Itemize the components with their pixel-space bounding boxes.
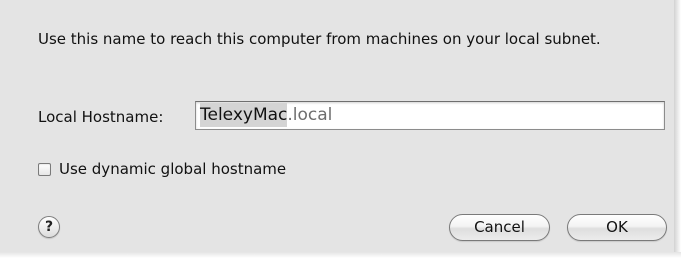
dynamic-hostname-label[interactable]: Use dynamic global hostname: [59, 159, 286, 179]
local-hostname-field[interactable]: TelexyMac.local: [195, 101, 665, 130]
dynamic-hostname-option[interactable]: Use dynamic global hostname: [38, 159, 286, 179]
local-hostname-label: Local Hostname:: [38, 108, 164, 126]
help-button[interactable]: ?: [38, 216, 60, 238]
dynamic-hostname-checkbox[interactable]: [38, 162, 51, 176]
hostname-text: TelexyMac: [200, 103, 288, 127]
sheet-bottom-edge: [0, 252, 681, 258]
ok-button[interactable]: OK: [567, 214, 667, 241]
sheet-description: Use this name to reach this computer fro…: [38, 30, 601, 48]
cancel-button[interactable]: Cancel: [449, 214, 550, 241]
hostname-sheet: Use this name to reach this computer fro…: [0, 0, 681, 258]
help-icon: ?: [44, 219, 54, 235]
sheet-right-edge: [674, 0, 681, 258]
hostname-suffix: .local: [287, 105, 333, 125]
